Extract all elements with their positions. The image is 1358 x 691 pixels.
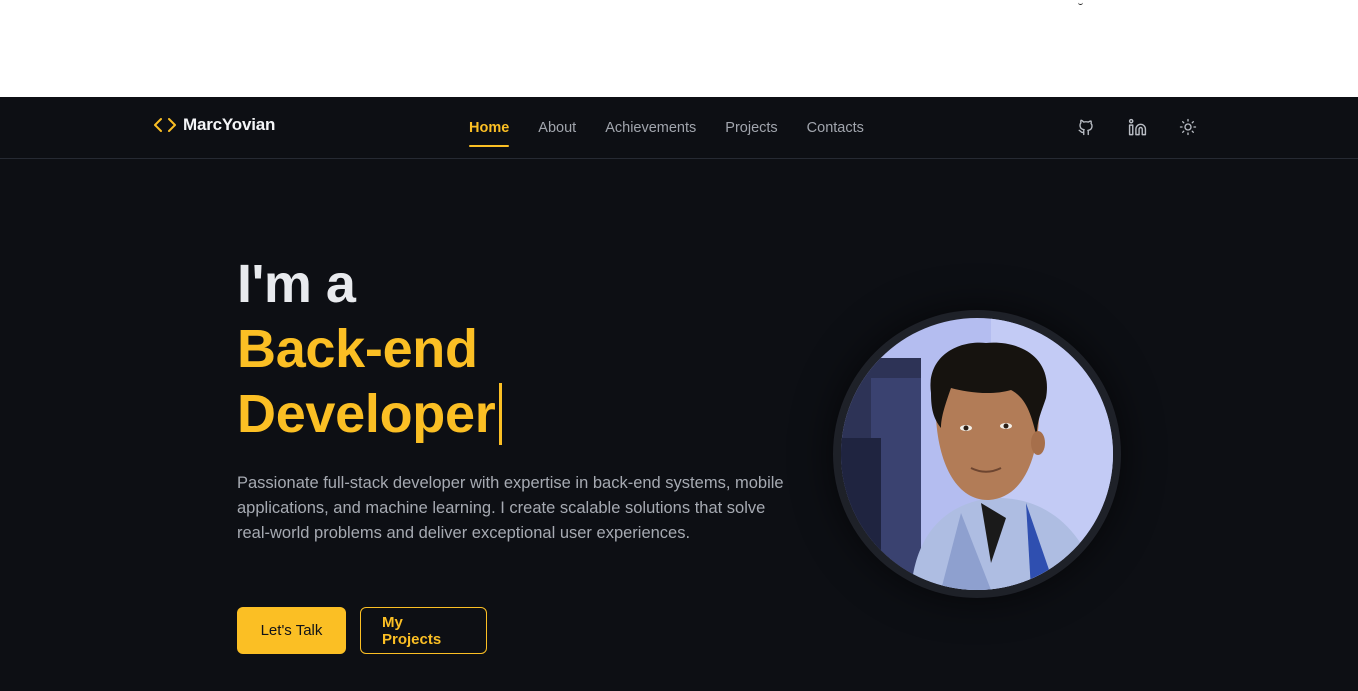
nav-icon-group — [1074, 115, 1200, 139]
sun-icon[interactable] — [1176, 115, 1200, 139]
brand-logo[interactable]: MarcYovian — [153, 115, 275, 135]
typing-cursor — [499, 383, 503, 445]
lets-talk-button[interactable]: Let's Talk — [237, 607, 346, 654]
github-icon[interactable] — [1074, 115, 1098, 139]
hero-heading: I'm a Back-end Developer — [237, 252, 797, 447]
nav-projects[interactable]: Projects — [725, 97, 777, 158]
nav-home[interactable]: Home — [469, 97, 510, 158]
hero-intro: I'm a — [237, 254, 356, 314]
nav-contacts[interactable]: Contacts — [807, 97, 864, 158]
nav-achievements[interactable]: Achievements — [605, 97, 696, 158]
profile-photo — [841, 318, 1113, 590]
hero-role-text: Back-end Developer — [237, 319, 496, 444]
main-nav: Home About Achievements Projects Contact… — [469, 97, 864, 158]
linkedin-icon[interactable] — [1125, 115, 1149, 139]
hero-description: Passionate full-stack developer with exp… — [237, 474, 784, 542]
hero-role: Back-end Developer — [237, 317, 557, 447]
nav-about[interactable]: About — [538, 97, 576, 158]
profile-photo-frame — [833, 310, 1121, 598]
hero-actions: Let's Talk My Projects — [237, 607, 487, 654]
stray-mark — [1078, 0, 1083, 5]
top-blank-area — [0, 0, 1358, 97]
portfolio-page: MarcYovian Home About Achievements Proje… — [0, 97, 1358, 691]
my-projects-button[interactable]: My Projects — [360, 607, 487, 654]
brand-name: MarcYovian — [183, 115, 276, 134]
navbar: MarcYovian Home About Achievements Proje… — [0, 97, 1358, 159]
code-brackets-icon — [153, 116, 177, 134]
